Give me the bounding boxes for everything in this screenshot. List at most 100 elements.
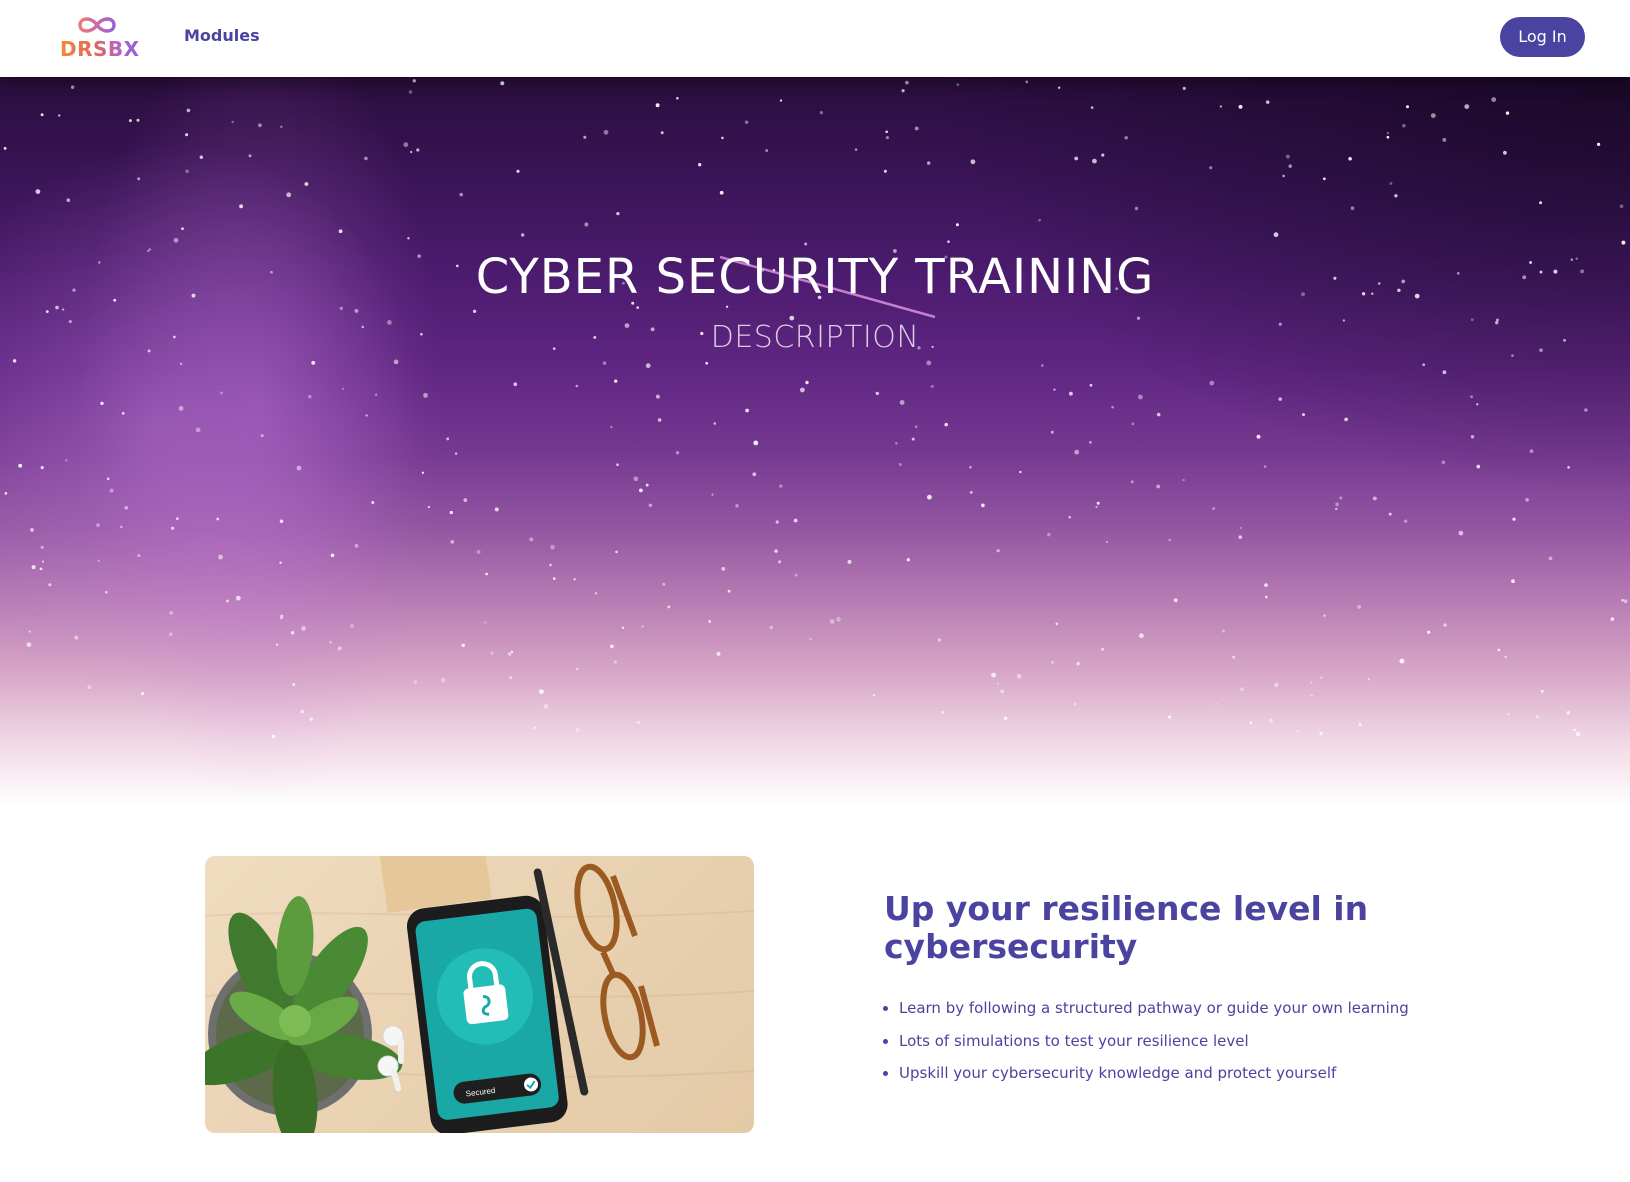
star [271, 734, 276, 739]
hero-subtitle: DESCRIPTION [710, 320, 920, 355]
star [1566, 711, 1570, 715]
star [1388, 512, 1392, 516]
star [1138, 394, 1143, 400]
star [41, 560, 45, 563]
star [645, 363, 651, 369]
hero-banner: CYBER SECURITY TRAINING DESCRIPTION [0, 77, 1630, 807]
star [1249, 721, 1253, 725]
drsbx-logo[interactable]: DRSBX [60, 14, 140, 62]
star [513, 382, 518, 387]
star [235, 595, 241, 601]
star [40, 466, 44, 470]
star [3, 147, 7, 150]
star [507, 652, 512, 656]
star [248, 154, 252, 158]
earbuds [377, 1025, 404, 1092]
star [216, 517, 220, 521]
star [1256, 434, 1261, 439]
star [676, 96, 679, 100]
star [1263, 465, 1267, 468]
star [446, 437, 450, 441]
star [1442, 137, 1447, 142]
star [911, 437, 915, 441]
star [96, 523, 100, 527]
star [1573, 728, 1576, 731]
star [173, 237, 179, 243]
star [31, 565, 36, 570]
star [872, 694, 876, 697]
star [26, 642, 32, 648]
star [364, 156, 368, 161]
star [905, 80, 909, 85]
star [1511, 579, 1515, 584]
star [549, 563, 552, 567]
login-button[interactable]: Log In [1500, 17, 1585, 57]
star [1310, 681, 1313, 684]
eyeglasses [574, 863, 660, 1061]
star [1357, 605, 1361, 609]
star [62, 308, 65, 311]
star [725, 305, 729, 308]
star [1610, 617, 1615, 621]
star [1019, 470, 1022, 474]
star [1335, 502, 1340, 507]
star [794, 573, 798, 577]
star [1442, 370, 1447, 375]
star [1088, 440, 1092, 444]
star [575, 384, 579, 388]
star [774, 549, 778, 553]
star [1156, 412, 1161, 417]
star [301, 626, 306, 631]
star [124, 505, 129, 510]
star [1348, 157, 1352, 161]
star [292, 683, 296, 687]
star [141, 692, 145, 696]
star [393, 359, 399, 365]
star [1050, 430, 1054, 434]
nav-link-modules[interactable]: Modules [184, 26, 260, 45]
starfield-background [3, 79, 1628, 739]
star [552, 577, 556, 580]
star [1092, 158, 1097, 164]
star [1238, 535, 1243, 539]
star [1182, 86, 1186, 91]
star [1285, 154, 1290, 159]
star [1055, 622, 1059, 626]
star [616, 211, 620, 216]
star [1096, 501, 1100, 505]
star [279, 561, 282, 564]
star [1621, 598, 1624, 602]
star [128, 119, 132, 123]
star [1358, 723, 1362, 727]
star [39, 567, 43, 571]
star [239, 204, 244, 209]
star [800, 387, 805, 393]
star [898, 463, 902, 466]
star [97, 559, 100, 562]
star [1025, 80, 1029, 84]
star [1101, 647, 1105, 651]
star [906, 558, 910, 562]
star [179, 362, 183, 366]
list-item: Upskill your cybersecurity knowledge and… [899, 1061, 1409, 1094]
star [1464, 104, 1470, 109]
star [639, 488, 643, 493]
star [930, 384, 934, 389]
star [550, 544, 555, 550]
star [304, 182, 309, 186]
star [533, 726, 536, 729]
star [1470, 395, 1474, 399]
star [1131, 422, 1135, 426]
star [70, 85, 75, 89]
star [1386, 135, 1390, 139]
star [583, 135, 587, 139]
star [494, 507, 499, 512]
star [610, 644, 614, 649]
star [286, 192, 292, 198]
star [337, 646, 342, 651]
star [648, 503, 653, 508]
star [1130, 480, 1134, 484]
star [1596, 142, 1601, 147]
star [461, 643, 465, 647]
star [1053, 388, 1056, 391]
